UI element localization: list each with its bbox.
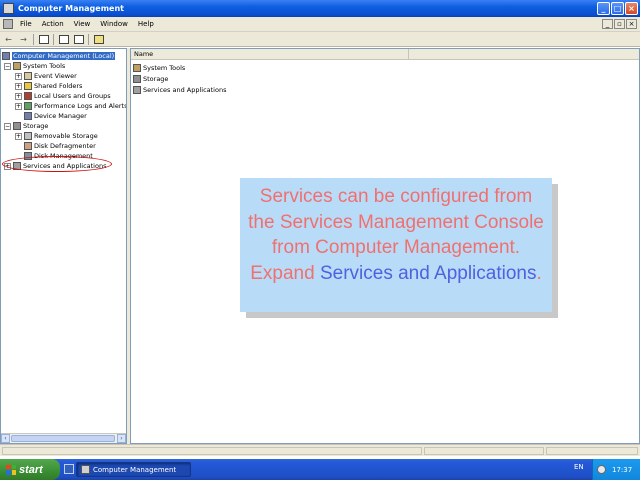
child-restore-button[interactable]: ▫	[614, 19, 625, 29]
computer-management-icon	[81, 465, 90, 474]
tree-label: Computer Management (Local)	[12, 52, 116, 60]
tree-label: Device Manager	[34, 112, 87, 120]
toolbar-separator	[53, 33, 54, 45]
menu-view[interactable]: View	[69, 20, 96, 28]
expand-icon[interactable]: +	[15, 102, 22, 110]
tree-item-event-viewer[interactable]: + Event Viewer	[15, 71, 77, 81]
collapse-icon[interactable]: −	[4, 122, 11, 130]
tree-label: Local Users and Groups	[34, 92, 111, 100]
tray-icon[interactable]	[597, 465, 606, 474]
tree-item-system-tools[interactable]: − System Tools	[4, 61, 65, 71]
menu-bar: File Action View Window Help _ ▫ ×	[0, 17, 640, 32]
scroll-left-icon[interactable]: ‹	[1, 434, 10, 443]
tree-label: System Tools	[23, 62, 66, 70]
list-item[interactable]: Services and Applications	[133, 85, 226, 95]
toolbar-separator	[33, 33, 34, 45]
services-icon	[133, 86, 141, 94]
start-button[interactable]: start	[0, 459, 60, 480]
quick-launch-icon[interactable]	[64, 464, 74, 474]
new-window-icon[interactable]	[58, 34, 69, 45]
list-item[interactable]: System Tools	[133, 63, 185, 73]
toolbar: ← →	[0, 32, 640, 47]
tree-item-performance-logs[interactable]: + Performance Logs and Alerts	[15, 101, 127, 111]
status-segment	[2, 447, 422, 455]
list-header: Name	[131, 49, 639, 60]
expand-icon[interactable]: +	[15, 82, 22, 90]
computer-icon	[2, 52, 10, 60]
toolbox-icon	[13, 62, 21, 70]
performance-icon	[24, 102, 32, 110]
export-list-icon[interactable]	[73, 34, 84, 45]
removable-storage-icon	[24, 132, 32, 140]
users-icon	[24, 92, 32, 100]
minimize-button[interactable]: _	[597, 2, 610, 15]
start-label: start	[19, 463, 43, 476]
clock[interactable]: 17:37	[612, 466, 632, 474]
menu-help[interactable]: Help	[133, 20, 159, 28]
forward-arrow-icon[interactable]: →	[18, 34, 29, 45]
expand-icon[interactable]: +	[15, 72, 22, 80]
column-header-name[interactable]: Name	[131, 49, 409, 60]
console-icon[interactable]	[3, 19, 13, 29]
tree-label: Shared Folders	[34, 82, 83, 90]
callout-text-end: .	[536, 262, 542, 284]
storage-icon	[133, 75, 141, 83]
expand-icon[interactable]: +	[15, 92, 22, 100]
toolbox-icon	[133, 64, 141, 72]
tutorial-callout: Services can be configured from the Serv…	[240, 178, 552, 312]
tree-item-local-users[interactable]: + Local Users and Groups	[15, 91, 111, 101]
menu-file[interactable]: File	[15, 20, 37, 28]
computer-management-icon	[3, 3, 14, 14]
tree-label: Removable Storage	[34, 132, 98, 140]
scroll-thumb[interactable]	[11, 435, 115, 442]
maximize-button[interactable]: □	[611, 2, 624, 15]
list-item-label: Storage	[143, 75, 169, 83]
console-tree[interactable]: Computer Management (Local) − System Too…	[0, 48, 127, 444]
shared-folder-icon	[24, 82, 32, 90]
status-segment	[424, 447, 544, 455]
expand-icon[interactable]: +	[15, 132, 22, 140]
status-segment	[546, 447, 638, 455]
list-item-label: Services and Applications	[143, 86, 227, 94]
status-bar	[0, 444, 640, 456]
event-viewer-icon	[24, 72, 32, 80]
back-arrow-icon[interactable]: ←	[3, 34, 14, 45]
device-manager-icon	[24, 112, 32, 120]
tree-label: Event Viewer	[34, 72, 77, 80]
horizontal-scrollbar[interactable]: ‹ ›	[1, 433, 126, 443]
defragmenter-icon	[24, 142, 32, 150]
show-hide-tree-icon[interactable]	[38, 34, 49, 45]
tree-item-disk-defragmenter[interactable]: Disk Defragmenter	[24, 141, 96, 151]
language-indicator[interactable]: EN	[574, 463, 584, 471]
annotation-ellipse	[2, 156, 112, 172]
tree-item-removable-storage[interactable]: + Removable Storage	[15, 131, 98, 141]
tree-item-root[interactable]: Computer Management (Local)	[2, 51, 116, 61]
list-item-label: System Tools	[143, 64, 186, 72]
tree-item-storage[interactable]: − Storage	[4, 121, 48, 131]
help-icon[interactable]	[93, 34, 104, 45]
menu-window[interactable]: Window	[95, 20, 133, 28]
taskbar-button-computer-management[interactable]: Computer Management	[76, 462, 191, 477]
menu-action[interactable]: Action	[37, 20, 69, 28]
tree-item-shared-folders[interactable]: + Shared Folders	[15, 81, 82, 91]
windows-logo-icon	[6, 464, 16, 475]
child-close-button[interactable]: ×	[626, 19, 637, 29]
toolbar-separator	[88, 33, 89, 45]
title-bar[interactable]: Computer Management _ □ ×	[0, 0, 640, 17]
tree-label: Performance Logs and Alerts	[34, 102, 127, 110]
list-item[interactable]: Storage	[133, 74, 168, 84]
window-title: Computer Management	[18, 4, 124, 13]
scroll-right-icon[interactable]: ›	[117, 434, 126, 443]
tree-label: Storage	[23, 122, 49, 130]
taskbar: start Computer Management EN 17:37	[0, 459, 640, 480]
callout-highlight: Services and Applications	[319, 262, 537, 284]
storage-icon	[13, 122, 21, 130]
close-button[interactable]: ×	[625, 2, 638, 15]
tree-item-device-manager[interactable]: Device Manager	[24, 111, 87, 121]
taskbar-button-label: Computer Management	[93, 465, 177, 474]
tree-label: Disk Defragmenter	[34, 142, 96, 150]
collapse-icon[interactable]: −	[4, 62, 11, 70]
child-minimize-button[interactable]: _	[602, 19, 613, 29]
system-tray: 17:37	[592, 459, 640, 480]
